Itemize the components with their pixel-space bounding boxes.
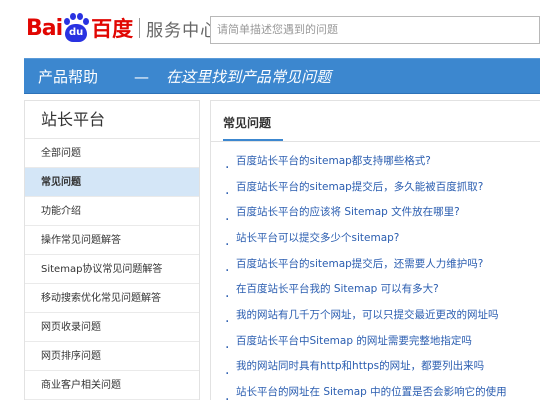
main-content: 常见问题 百度站长平台的sitemap都支持哪些格式? 百度站长平台的sitem…	[210, 100, 540, 400]
faq-link[interactable]: 百度站长平台中Sitemap 的网址需要完整地指定吗	[236, 330, 472, 352]
faq-link[interactable]: 站长平台可以提交多少个sitemap?	[236, 227, 399, 249]
list-item: 百度站长平台的sitemap提交后，还需要人力维护吗?	[225, 251, 540, 277]
banner-title: 产品帮助	[38, 68, 99, 86]
section-divider	[211, 141, 540, 142]
faq-link[interactable]: 我的网站同时具有http和https的网址，都要列出来吗	[236, 355, 484, 377]
search-placeholder: 请简单描述您遇到的问题	[217, 23, 338, 36]
bullet-icon	[225, 158, 230, 163]
search-input[interactable]: 请简单描述您遇到的问题	[210, 16, 540, 44]
list-item: 我的网站同时具有http和https的网址，都要列出来吗	[225, 354, 540, 380]
list-item: 站长平台可以提交多少个sitemap?	[225, 225, 540, 251]
faq-link[interactable]: 百度站长平台的应该将 Sitemap 文件放在哪里?	[236, 201, 460, 223]
section-title: 常见问题	[223, 116, 272, 130]
sidebar-item-common-questions[interactable]: 常见问题	[25, 168, 199, 197]
bullet-icon	[225, 210, 230, 215]
service-center-title: 服务中心	[146, 20, 219, 41]
logo-divider	[139, 18, 141, 38]
list-item: 百度站长平台的应该将 Sitemap 文件放在哪里?	[225, 199, 540, 225]
baidu-logo[interactable]: Bai du 百度 服务中心	[26, 8, 218, 48]
sidebar-item-business[interactable]: 商业客户相关问题	[25, 371, 199, 400]
bullet-icon	[225, 364, 230, 369]
sidebar-item-sitemap-faq[interactable]: Sitemap协议常见问题解答	[25, 255, 199, 284]
bullet-icon	[225, 338, 230, 343]
list-item: 百度站长平台的sitemap都支持哪些格式?	[225, 148, 540, 174]
list-item: 站长平台的网址在 Sitemap 中的位置是否会影响它的使用	[225, 379, 540, 400]
header: Bai du 百度 服务中心 请简单描述您遇到的问题	[0, 0, 540, 56]
sidebar-item-mobile-seo-faq[interactable]: 移动搜索优化常见问题解答	[25, 284, 199, 313]
logo-bai-text: Bai	[26, 15, 63, 41]
sidebar-item-all-questions[interactable]: 全部问题	[25, 139, 199, 168]
faq-link[interactable]: 百度站长平台的sitemap都支持哪些格式?	[236, 150, 431, 172]
bullet-icon	[225, 261, 230, 266]
bullet-icon	[225, 287, 230, 292]
faq-link[interactable]: 我的网站有几千万个网址，可以只提交最近更改的网址吗	[236, 304, 499, 326]
list-item: 我的网站有几千万个网址，可以只提交最近更改的网址吗	[225, 302, 540, 328]
logo-cn-text: 百度	[91, 17, 134, 41]
faq-list: 百度站长平台的sitemap都支持哪些格式? 百度站长平台的sitemap提交后…	[225, 148, 540, 400]
sidebar: 站长平台 全部问题 常见问题 功能介绍 操作常见问题解答 Sitemap协议常见…	[24, 100, 200, 400]
bullet-icon	[225, 390, 230, 395]
list-item: 百度站长平台中Sitemap 的网址需要完整地指定吗	[225, 328, 540, 354]
banner-dash: —	[134, 68, 149, 86]
bullet-icon	[225, 312, 230, 317]
faq-link[interactable]: 百度站长平台的sitemap提交后，还需要人力维护吗?	[236, 253, 483, 275]
banner-slogan: 在这里找到产品常见问题	[166, 68, 332, 86]
bullet-icon	[225, 184, 230, 189]
bullet-icon	[225, 235, 230, 240]
faq-link[interactable]: 站长平台的网址在 Sitemap 中的位置是否会影响它的使用	[236, 381, 507, 400]
paw-icon: du	[63, 13, 90, 43]
sidebar-item-ranking[interactable]: 网页排序问题	[25, 342, 199, 371]
faq-link[interactable]: 百度站长平台的sitemap提交后，多久能被百度抓取?	[236, 176, 483, 198]
logo-du-text: du	[65, 24, 88, 42]
list-item: 百度站长平台的sitemap提交后，多久能被百度抓取?	[225, 174, 540, 200]
sidebar-title: 站长平台	[25, 101, 199, 139]
sidebar-item-features[interactable]: 功能介绍	[25, 197, 199, 226]
product-help-banner: 产品帮助 — 在这里找到产品常见问题	[24, 58, 540, 94]
sidebar-item-indexing[interactable]: 网页收录问题	[25, 313, 199, 342]
list-item: 在百度站长平台我的 Sitemap 可以有多大?	[225, 276, 540, 302]
faq-link[interactable]: 在百度站长平台我的 Sitemap 可以有多大?	[236, 278, 439, 300]
sidebar-item-operation-faq[interactable]: 操作常见问题解答	[25, 226, 199, 255]
